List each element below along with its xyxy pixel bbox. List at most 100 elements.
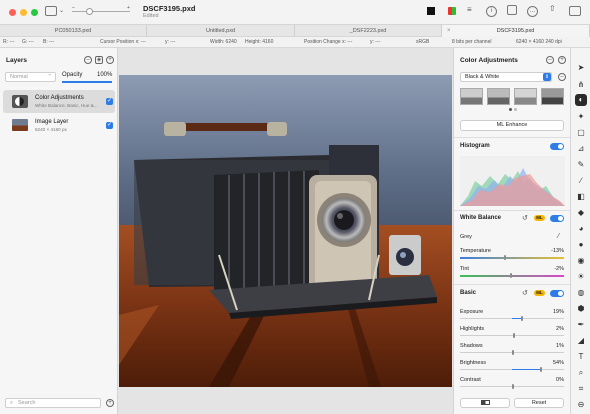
fill-icon[interactable]: ◕ bbox=[575, 223, 587, 235]
layer-visibility-checkbox[interactable]: ✓ bbox=[106, 98, 113, 105]
eraser-icon[interactable]: ◆ bbox=[575, 207, 587, 219]
magic-wand-icon[interactable]: ✦ bbox=[575, 111, 587, 123]
basic-toggle[interactable] bbox=[550, 290, 564, 297]
inspector-toggle-icon[interactable] bbox=[569, 6, 581, 16]
eyedropper-icon[interactable]: ⁄ bbox=[558, 233, 559, 240]
ml-enhance-button[interactable]: ML Enhance bbox=[460, 120, 564, 131]
tint-slider[interactable] bbox=[460, 275, 564, 277]
info-cursor-x: Cursor Position x: --- bbox=[100, 39, 146, 45]
opacity-slider[interactable] bbox=[62, 81, 112, 83]
more-options-icon[interactable]: … bbox=[527, 6, 538, 17]
highlights-value[interactable]: 2% bbox=[534, 326, 564, 332]
info-icon[interactable]: i bbox=[486, 6, 497, 17]
rectangle-select-icon[interactable]: ▢ bbox=[575, 127, 587, 139]
gradient-icon[interactable]: ◧ bbox=[575, 191, 587, 203]
contrast-value[interactable]: 0% bbox=[534, 377, 564, 383]
layer-visibility-checkbox[interactable]: ✓ bbox=[106, 122, 113, 129]
smudge-icon[interactable]: ● bbox=[575, 239, 587, 251]
crop-tool-icon[interactable]: ⌗ bbox=[575, 383, 587, 395]
blend-mode-select[interactable]: Normal ⌃ bbox=[5, 72, 56, 82]
remove-adjustment-icon[interactable]: – bbox=[546, 56, 554, 64]
compare-button[interactable] bbox=[460, 398, 510, 408]
share-icon[interactable]: ⇧ bbox=[549, 5, 556, 13]
tab-close-icon[interactable]: × bbox=[447, 25, 451, 37]
tint-value[interactable]: -2% bbox=[534, 266, 564, 272]
pen-icon[interactable]: ✒ bbox=[575, 319, 587, 331]
zoom-icon[interactable]: ⌕ bbox=[575, 367, 587, 379]
brightness-slider-knob[interactable] bbox=[540, 367, 542, 372]
shadows-value[interactable]: 1% bbox=[534, 343, 564, 349]
color-picker-icon[interactable] bbox=[448, 7, 456, 15]
highlights-slider[interactable] bbox=[460, 335, 564, 336]
crop-icon[interactable] bbox=[507, 5, 517, 15]
preset-options-icon[interactable]: – bbox=[558, 73, 566, 81]
canvas-area[interactable] bbox=[118, 48, 453, 414]
opacity-value[interactable]: 100% bbox=[97, 72, 112, 78]
shadows-slider-knob[interactable] bbox=[512, 350, 514, 355]
tab-untitled[interactable]: Untitled.pxd bbox=[147, 25, 295, 37]
tab-dscf3195[interactable]: × DSCF3195.pxd bbox=[442, 25, 590, 37]
reset-button[interactable]: Reset bbox=[514, 398, 564, 408]
chevron-down-icon[interactable]: ⌄ bbox=[59, 7, 64, 15]
preset-thumbnail[interactable] bbox=[487, 88, 510, 105]
clone-icon[interactable]: ✎ bbox=[575, 159, 587, 171]
layer-row[interactable]: Image Layer 6240 × 4160 px ✓ bbox=[3, 114, 115, 137]
zoom-out-icon[interactable]: – bbox=[72, 4, 75, 12]
sidebar-toggle-icon[interactable] bbox=[45, 6, 57, 16]
add-icon[interactable]: + bbox=[106, 399, 114, 407]
exposure-value[interactable]: 19% bbox=[534, 309, 564, 315]
layer-row[interactable]: Color Adjustments White Balance, Basic, … bbox=[3, 90, 115, 113]
tab-pc050133[interactable]: PC050133.pxd bbox=[0, 25, 147, 37]
lasso-icon[interactable]: ⊿ bbox=[575, 143, 587, 155]
temperature-slider-knob[interactable] bbox=[504, 255, 506, 260]
highlights-slider-knob[interactable] bbox=[513, 333, 515, 338]
zoom-slider[interactable] bbox=[72, 11, 130, 12]
shapes-icon[interactable]: ◢ bbox=[575, 335, 587, 347]
highlights-label: Highlights bbox=[460, 326, 485, 332]
remove-layer-icon[interactable]: – bbox=[84, 56, 92, 64]
add-layer-icon[interactable]: + bbox=[106, 56, 114, 64]
adjust-icon[interactable]: ≡ bbox=[467, 6, 472, 14]
color-swatch-icon[interactable] bbox=[427, 7, 435, 15]
arrange-tool-icon[interactable]: ➤ bbox=[575, 62, 587, 74]
preset-thumbnail[interactable] bbox=[541, 88, 564, 105]
image-layer-thumbnail bbox=[12, 119, 28, 131]
preset-select[interactable]: Black & White ⇕ bbox=[460, 72, 552, 82]
tint-slider-knob[interactable] bbox=[510, 273, 512, 278]
reset-icon[interactable]: ↺ bbox=[522, 289, 528, 297]
text-icon[interactable]: T bbox=[575, 351, 587, 363]
ml-badge[interactable]: ML bbox=[534, 215, 545, 221]
temperature-slider[interactable] bbox=[460, 257, 564, 259]
light-icon[interactable]: ☀ bbox=[575, 271, 587, 283]
retouch-icon[interactable]: ◍ bbox=[575, 287, 587, 299]
histogram-toggle[interactable] bbox=[550, 143, 564, 150]
ml-badge[interactable]: ML bbox=[534, 290, 545, 296]
preset-thumbnail[interactable] bbox=[514, 88, 537, 105]
sharpen-icon[interactable]: ◉ bbox=[575, 255, 587, 267]
brush-icon[interactable]: ∕ bbox=[575, 175, 587, 187]
close-window-button[interactable] bbox=[9, 9, 16, 16]
add-adjustment-icon[interactable]: + bbox=[558, 56, 566, 64]
temperature-value[interactable]: -13% bbox=[534, 248, 564, 254]
brightness-value[interactable]: 54% bbox=[534, 360, 564, 366]
preset-thumbnail[interactable] bbox=[460, 88, 483, 105]
tab-dsf2223[interactable]: _DSF2223.pxd bbox=[295, 25, 442, 37]
zoom-in-icon[interactable]: + bbox=[127, 4, 130, 12]
reset-icon[interactable]: ↺ bbox=[522, 214, 528, 222]
red-eye-icon[interactable]: ⬢ bbox=[575, 303, 587, 315]
zoom-slider-knob[interactable] bbox=[86, 8, 93, 15]
minimize-window-button[interactable] bbox=[20, 9, 27, 16]
layer-search-input[interactable]: ⌕ Search bbox=[5, 398, 101, 408]
divider bbox=[454, 284, 571, 285]
white-balance-toggle[interactable] bbox=[550, 215, 564, 222]
page-indicator-dot[interactable] bbox=[514, 108, 517, 111]
photo-canvas[interactable] bbox=[119, 75, 452, 387]
page-indicator-dot[interactable] bbox=[509, 108, 512, 111]
layer-options-icon[interactable]: ◈ bbox=[95, 56, 103, 64]
zoom-window-button[interactable] bbox=[31, 9, 38, 16]
more-tools-icon[interactable]: ⊖ bbox=[575, 399, 587, 411]
exposure-slider-knob[interactable] bbox=[521, 316, 523, 321]
contrast-slider-knob[interactable] bbox=[512, 384, 514, 389]
color-adjust-tool-icon[interactable]: ◐ bbox=[575, 94, 587, 106]
quick-selection-icon[interactable]: ⋔ bbox=[575, 79, 587, 91]
